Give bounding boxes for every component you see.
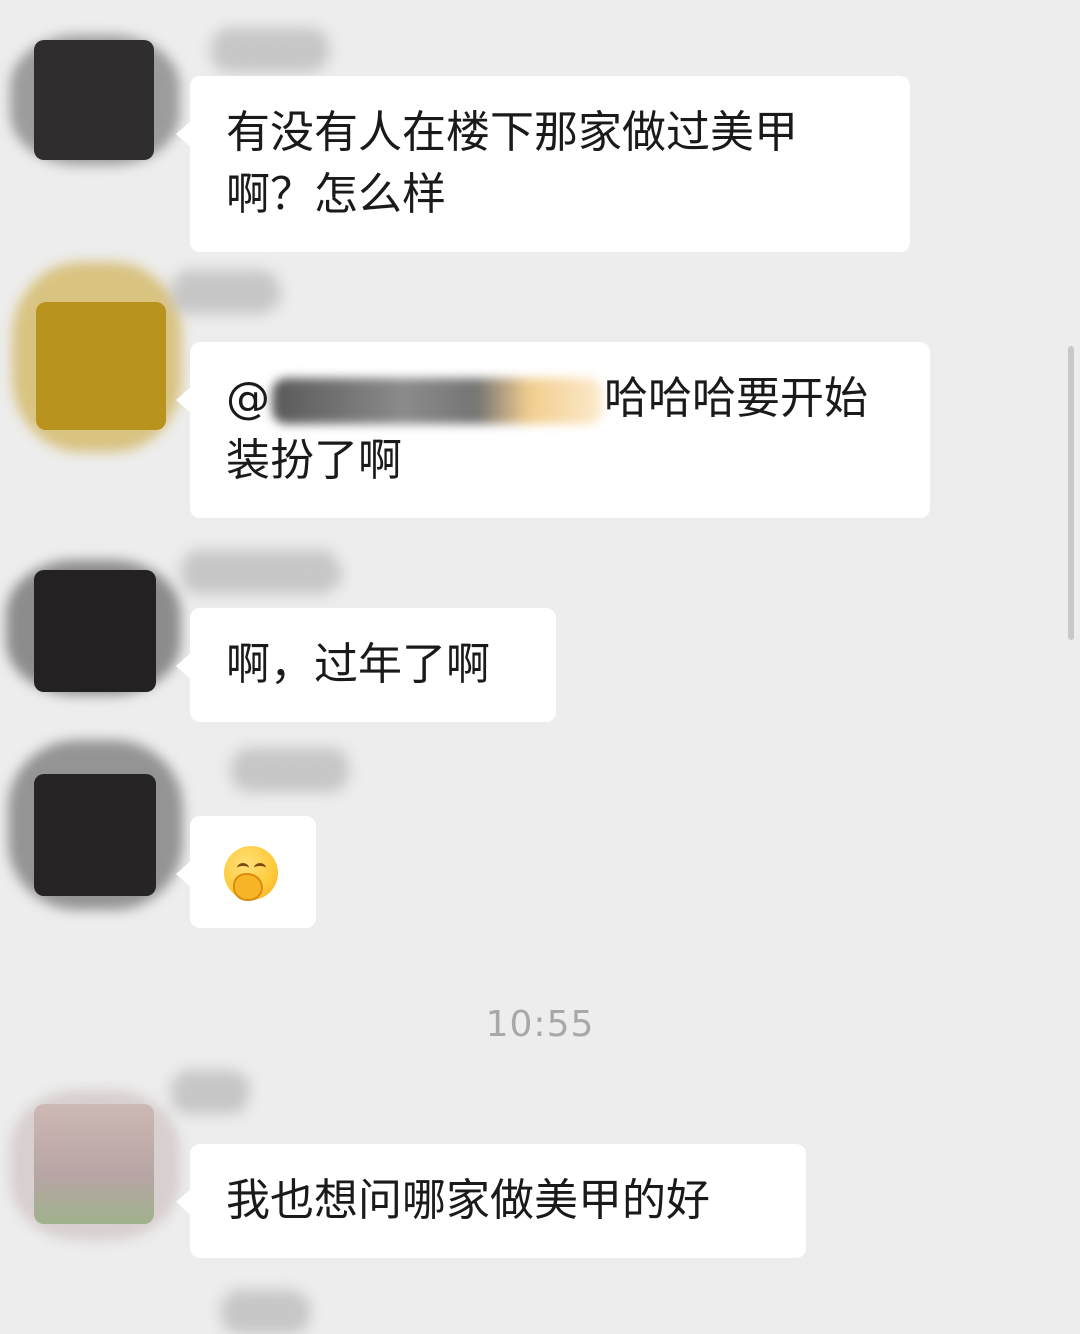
message-bubble[interactable]: 有没有人在楼下那家做过美甲 啊？怎么样 [176, 76, 910, 252]
chat-timestamp: 10:55 [485, 1004, 595, 1045]
message-text: 啊？怎么样 [226, 169, 446, 220]
sender-name-redacted [170, 1070, 250, 1114]
chat-message-list[interactable]: 有没有人在楼下那家做过美甲 啊？怎么样 @ 哈哈哈要开始 装扮了啊 啊，过年了啊 … [0, 0, 1080, 1334]
message-text: 装扮了啊 [226, 435, 402, 486]
mentioned-name-redacted [272, 378, 602, 424]
covering-mouth-smile-emoji-icon [224, 846, 278, 901]
sender-name-redacted [230, 748, 350, 792]
sender-name-redacted [170, 270, 280, 314]
sender-avatar[interactable] [8, 740, 183, 910]
mention-at-symbol: @ [226, 373, 270, 424]
sender-name-redacted [180, 550, 340, 594]
sender-name-redacted [210, 28, 330, 72]
sender-avatar[interactable] [6, 560, 181, 700]
message-text: 哈哈哈要开始 [604, 373, 868, 424]
sender-avatar[interactable] [10, 1090, 180, 1240]
sender-avatar[interactable] [12, 262, 182, 452]
message-bubble[interactable]: 啊，过年了啊 [176, 608, 556, 722]
message-bubble[interactable]: 我也想问哪家做美甲的好 [176, 1144, 806, 1258]
message-bubble[interactable] [176, 816, 316, 928]
sender-name-redacted [220, 1290, 310, 1334]
scrollbar[interactable] [1068, 346, 1074, 640]
message-bubble[interactable]: @ 哈哈哈要开始 装扮了啊 [176, 342, 930, 518]
message-text: 我也想问哪家做美甲的好 [226, 1175, 710, 1226]
sender-avatar[interactable] [10, 30, 180, 170]
message-text: 有没有人在楼下那家做过美甲 [226, 107, 798, 158]
message-text: 啊，过年了啊 [226, 639, 490, 690]
